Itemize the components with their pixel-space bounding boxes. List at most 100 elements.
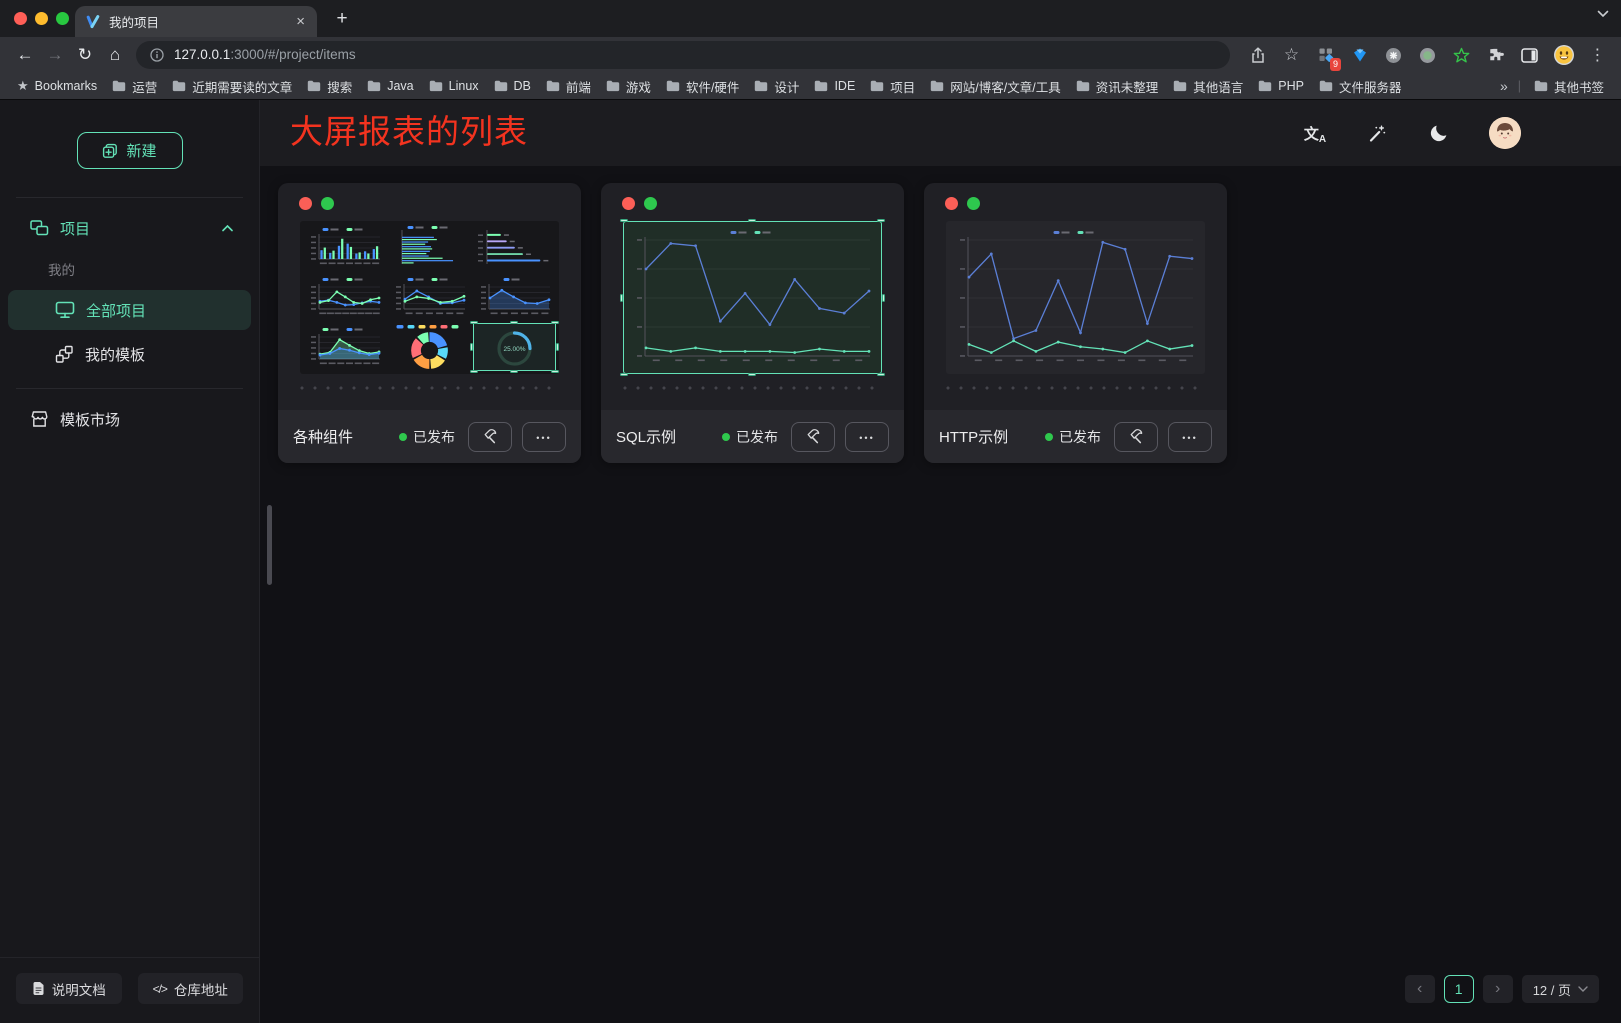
bookmark-label: 运营 [132, 77, 157, 96]
card-buttons: ••• [468, 422, 566, 452]
template-flow-icon [55, 345, 74, 363]
share-icon[interactable] [1244, 42, 1271, 68]
back-button[interactable]: ← [10, 40, 40, 70]
folder-icon [666, 80, 680, 92]
bookmark-folder[interactable]: IDE [811, 79, 858, 93]
language-translate-icon[interactable]: 文A [1303, 121, 1327, 145]
folder-icon [307, 80, 321, 92]
sidebar-divider [16, 197, 243, 198]
bookmarks-bar: ★ Bookmarks 运营近期需要读的文章搜索 Java Linux DB 前端游戏软… [0, 73, 1621, 100]
other-bookmarks-folder[interactable]: 其他书签 [1531, 77, 1607, 96]
magic-wand-icon[interactable] [1365, 121, 1389, 145]
bookmark-label: 文件服务器 [1339, 77, 1402, 96]
close-window-button[interactable] [14, 12, 27, 25]
dark-mode-moon-icon[interactable] [1427, 121, 1451, 145]
dot-circle-extension-icon[interactable] [1414, 42, 1441, 68]
bookmark-folder[interactable]: 近期需要读的文章 [169, 77, 295, 96]
bookmark-label: IDE [834, 79, 855, 93]
gem-extension-icon[interactable] [1346, 42, 1373, 68]
project-preview-selected[interactable] [623, 221, 882, 374]
extensions-puzzle-icon[interactable] [1482, 42, 1509, 68]
sidebar-item-all-projects[interactable]: 全部项目 [8, 290, 251, 330]
docs-button[interactable]: 说明文档 [16, 973, 122, 1004]
bookmark-folder[interactable]: 前端 [543, 77, 594, 96]
pagination-prev-button[interactable]: ‹ [1405, 975, 1435, 1003]
card-more-button[interactable]: ••• [522, 422, 566, 452]
card-buttons: ••• [1114, 422, 1212, 452]
bookmark-folder[interactable]: 其他语言 [1170, 77, 1246, 96]
card-more-button[interactable]: ••• [845, 422, 889, 452]
pagination-current-page[interactable]: 1 [1444, 975, 1474, 1003]
bookmark-folder[interactable]: 文件服务器 [1316, 77, 1405, 96]
site-info-icon[interactable] [150, 48, 164, 62]
bookmark-folder[interactable]: 设计 [751, 77, 802, 96]
edit-hammer-button[interactable] [468, 422, 512, 452]
storefront-icon [30, 410, 49, 428]
mini-hbar-chart [389, 225, 470, 270]
dotted-divider [623, 386, 882, 390]
card-footer: 各种组件 已发布 ••• [278, 410, 581, 463]
bookmark-folder[interactable]: 游戏 [603, 77, 654, 96]
code-icon: </> [153, 982, 167, 996]
scrollbar-thumb[interactable] [267, 505, 272, 585]
sidebar-group-project[interactable]: 项目 [0, 208, 259, 248]
project-card[interactable]: SQL示例 已发布 ••• [601, 183, 904, 463]
home-button[interactable]: ⌂ [100, 40, 130, 70]
status-badge: 已发布 [1045, 427, 1101, 447]
goview-app: 新建 项目 我的 全部项目 [0, 100, 1621, 1023]
profile-smiley-avatar[interactable] [1550, 42, 1577, 68]
new-tab-button[interactable]: + [330, 7, 354, 31]
bookmark-folder[interactable]: 搜索 [304, 77, 355, 96]
project-card[interactable]: 25.00% 各种组件 已发布 ••• [278, 183, 581, 463]
sidebar-item-all-projects-label: 全部项目 [86, 300, 146, 321]
hammer-icon [482, 428, 499, 445]
sidebar-item-my-templates[interactable]: 我的模板 [8, 334, 251, 374]
browser-toolbar: ← → ↻ ⌂ 127.0.0.1:3000/#/project/items ☆… [0, 37, 1621, 73]
bookmark-folder[interactable]: 资讯未整理 [1073, 77, 1162, 96]
card-dots [278, 183, 581, 210]
browser-tab[interactable]: 我的项目 × [75, 6, 317, 37]
bookmark-folder[interactable]: Linux [426, 79, 482, 93]
bookmark-folder[interactable]: 网站/博客/文章/工具 [927, 77, 1063, 96]
bookmark-folder[interactable]: 软件/硬件 [663, 77, 742, 96]
selected-gauge-widget[interactable]: 25.00% [473, 323, 556, 371]
bookmark-folder[interactable]: 项目 [867, 77, 918, 96]
svg-text:25.00%: 25.00% [503, 345, 525, 352]
zoom-window-button[interactable] [56, 12, 69, 25]
chevron-up-icon[interactable] [222, 225, 233, 232]
side-panel-icon[interactable] [1516, 42, 1543, 68]
new-project-button[interactable]: 新建 [77, 132, 183, 169]
command-circle-extension-icon[interactable] [1380, 42, 1407, 68]
project-preview[interactable]: 25.00% [300, 221, 559, 374]
bookmark-star-icon[interactable]: ☆ [1278, 42, 1305, 68]
project-card[interactable]: HTTP示例 已发布 ••• [924, 183, 1227, 463]
bookmarks-root[interactable]: ★ Bookmarks [14, 78, 100, 94]
edit-hammer-button[interactable] [791, 422, 835, 452]
reload-button[interactable]: ↻ [70, 40, 100, 70]
green-star-extension-icon[interactable] [1448, 42, 1475, 68]
url-bar[interactable]: 127.0.0.1:3000/#/project/items [136, 41, 1230, 69]
hammer-icon [805, 428, 822, 445]
repo-button[interactable]: </> 仓库地址 [138, 973, 244, 1004]
pagination-next-button[interactable]: › [1483, 975, 1513, 1003]
tab-search-chevron-icon[interactable] [1597, 10, 1609, 18]
sidebar-item-my-templates-label: 我的模板 [85, 344, 145, 365]
card-title: HTTP示例 [939, 426, 1008, 447]
tab-close-icon[interactable]: × [294, 14, 307, 29]
browser-menu-kebab-icon[interactable]: ⋮ [1584, 42, 1611, 68]
forward-button[interactable]: → [40, 40, 70, 70]
minimize-window-button[interactable] [35, 12, 48, 25]
bookmark-folder[interactable]: 运营 [109, 77, 160, 96]
user-avatar[interactable] [1489, 117, 1521, 149]
project-preview[interactable] [946, 221, 1205, 374]
folder-icon [172, 80, 186, 92]
page-size-select[interactable]: 12 / 页 [1522, 975, 1599, 1003]
sidebar-item-template-market[interactable]: 模板市场 [0, 399, 259, 439]
bookmark-folder[interactable]: DB [491, 79, 534, 93]
card-more-button[interactable]: ••• [1168, 422, 1212, 452]
bookmarks-overflow-chevrons[interactable]: » [1500, 78, 1508, 94]
bookmark-folder[interactable]: Java [364, 79, 416, 93]
edit-hammer-button[interactable] [1114, 422, 1158, 452]
bookmark-folder[interactable]: PHP [1255, 79, 1307, 93]
extension-grid-icon[interactable]: 9 [1312, 42, 1339, 68]
